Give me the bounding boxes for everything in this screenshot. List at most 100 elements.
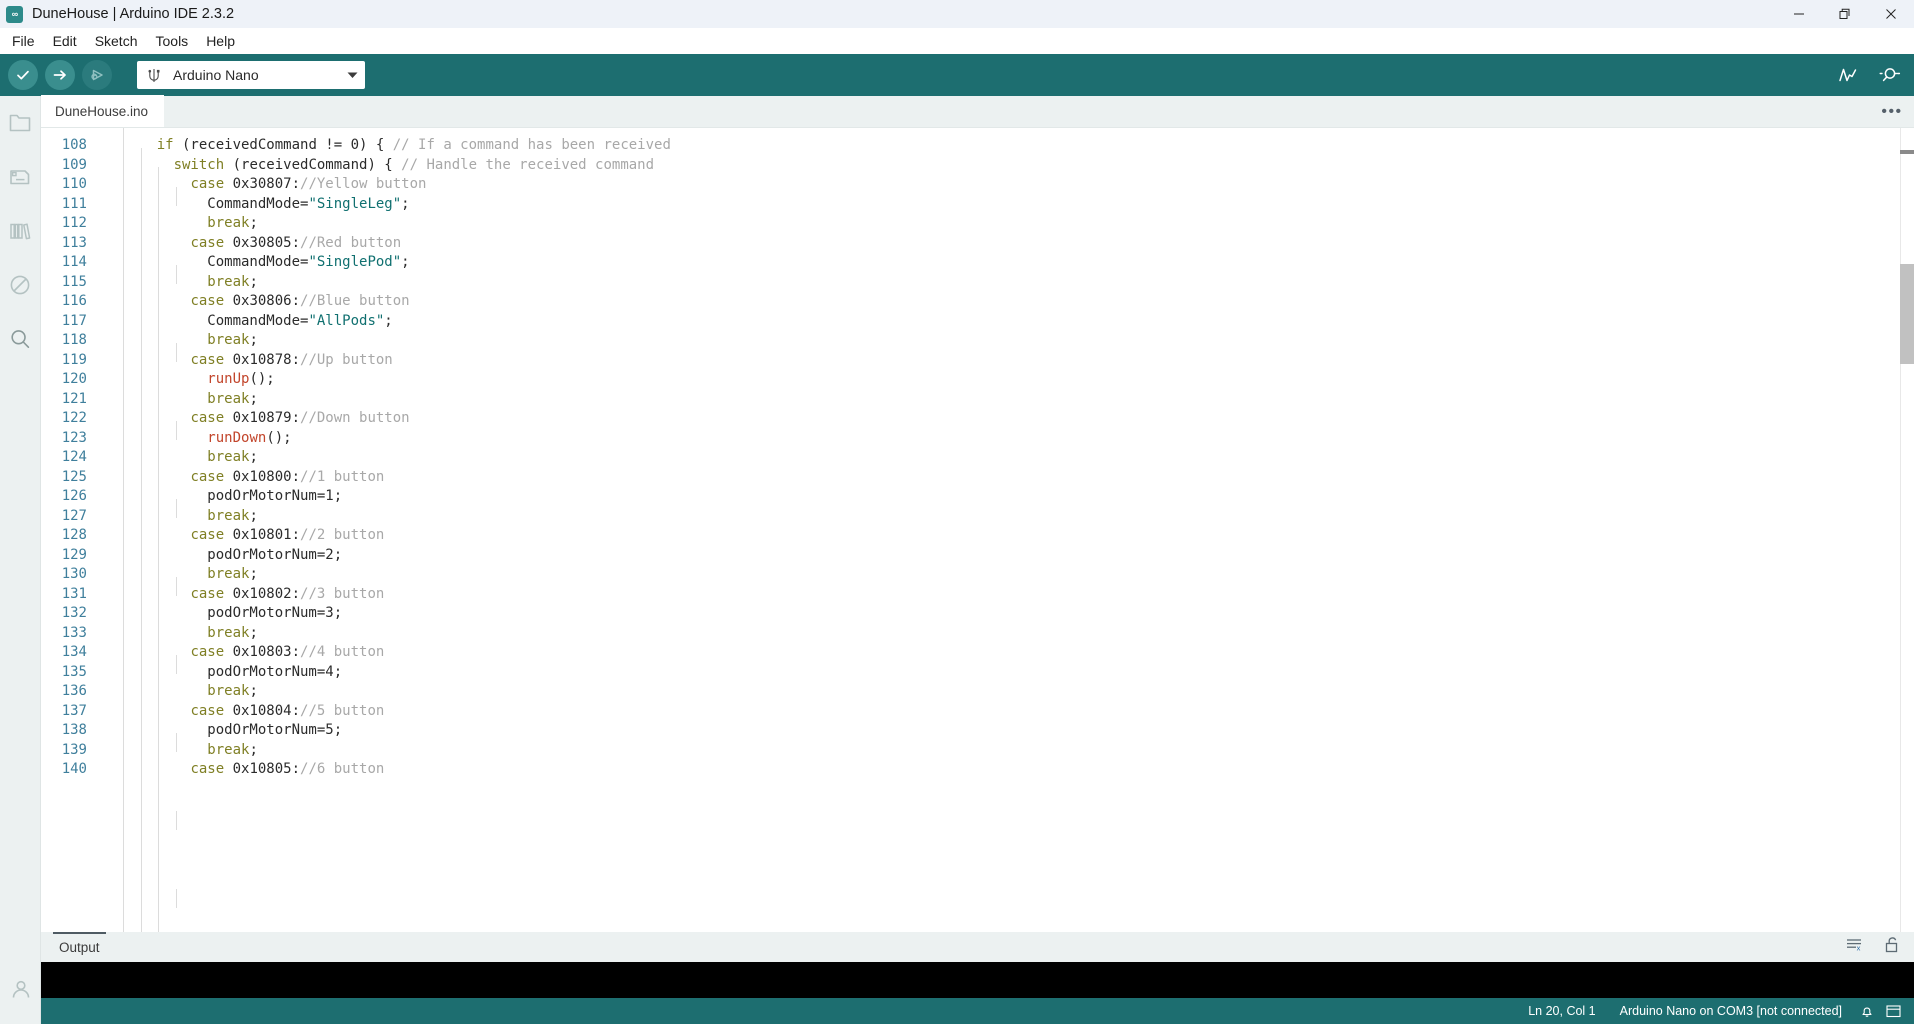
panel-tab-label: Output: [59, 939, 100, 955]
line-number: 123: [61, 429, 87, 446]
code-line[interactable]: podOrMotorNum=3;: [123, 604, 1914, 624]
maximize-button[interactable]: [1822, 0, 1868, 28]
panel-tab-output[interactable]: Output: [53, 932, 106, 962]
code-line[interactable]: break;: [123, 214, 1914, 234]
sidebar-item-library-manager[interactable]: [0, 204, 41, 258]
code-content[interactable]: if (receivedCommand != 0) { // If a comm…: [117, 128, 1914, 932]
code-line[interactable]: podOrMotorNum=1;: [123, 487, 1914, 507]
board-status[interactable]: Arduino Nano on COM3 [not connected]: [1608, 1004, 1854, 1018]
code-line[interactable]: case 0x10800://1 button: [123, 468, 1914, 488]
code-line[interactable]: break;: [123, 331, 1914, 351]
code-token: "AllPods": [308, 312, 385, 329]
code-line[interactable]: switch (receivedCommand) { // Handle the…: [123, 156, 1914, 176]
fold-gutter[interactable]: [99, 128, 117, 932]
code-line[interactable]: break;: [123, 390, 1914, 410]
notifications-button[interactable]: [1854, 1004, 1880, 1019]
menu-tools[interactable]: Tools: [147, 30, 198, 53]
code-line[interactable]: case 0x10879://Down button: [123, 409, 1914, 429]
code-line[interactable]: break;: [123, 273, 1914, 293]
code-line[interactable]: break;: [123, 741, 1914, 761]
code-line[interactable]: podOrMotorNum=2;: [123, 546, 1914, 566]
code-line[interactable]: runDown();: [123, 429, 1914, 449]
tab-overflow-menu-button[interactable]: •••: [1880, 96, 1904, 128]
arduino-ide-window: ∞ DuneHouse | Arduino IDE 2.3.2 File Edi…: [0, 0, 1914, 1024]
menu-help[interactable]: Help: [197, 30, 244, 53]
code-line[interactable]: break;: [123, 624, 1914, 644]
code-line[interactable]: case 0x10802://3 button: [123, 585, 1914, 605]
code-token: 0x10800:: [224, 468, 301, 485]
cursor-position[interactable]: Ln 20, Col 1: [1516, 1004, 1607, 1018]
code-line[interactable]: break;: [123, 507, 1914, 527]
code-line[interactable]: break;: [123, 682, 1914, 702]
code-token: break: [207, 273, 250, 290]
line-number: 111: [61, 195, 87, 212]
code-token: podOrMotorNum=: [123, 663, 326, 680]
code-line[interactable]: case 0x30805://Red button: [123, 234, 1914, 254]
verify-button[interactable]: [8, 60, 38, 90]
code-line[interactable]: CommandMode="SingleLeg";: [123, 195, 1914, 215]
menu-file[interactable]: File: [3, 30, 44, 53]
code-line[interactable]: runUp();: [123, 370, 1914, 390]
app-logo-icon: ∞: [6, 5, 23, 23]
sidebar-item-search[interactable]: [0, 312, 41, 366]
code-line[interactable]: if (receivedCommand != 0) { // If a comm…: [123, 136, 1914, 156]
code-token: //1 button: [300, 468, 385, 485]
code-line[interactable]: case 0x10804://5 button: [123, 702, 1914, 722]
code-line[interactable]: break;: [123, 565, 1914, 585]
code-token: break: [207, 215, 250, 231]
upload-button[interactable]: [45, 60, 75, 90]
code-token: //Down button: [300, 410, 410, 426]
code-token: case: [190, 527, 225, 543]
editor-vertical-scrollbar[interactable]: [1900, 128, 1914, 932]
menu-sketch[interactable]: Sketch: [86, 30, 147, 53]
code-token: podOrMotorNum=: [123, 722, 326, 738]
debug-button[interactable]: [82, 60, 112, 90]
code-line[interactable]: podOrMotorNum=5;: [123, 721, 1914, 741]
minimize-button[interactable]: [1776, 0, 1822, 28]
minimize-icon: [1794, 13, 1804, 15]
code-token: break: [207, 741, 250, 758]
editor-tab-dunehouse[interactable]: DuneHouse.ino: [41, 95, 165, 127]
code-line[interactable]: case 0x10801://2 button: [123, 526, 1914, 546]
account-button[interactable]: [0, 962, 41, 1016]
code-token: ;: [249, 332, 258, 348]
code-token: 0x30805:: [224, 234, 301, 251]
sidebar-item-sketchbook[interactable]: [0, 96, 41, 150]
code-line[interactable]: case 0x10803://4 button: [123, 643, 1914, 663]
code-line[interactable]: case 0x10878://Up button: [123, 351, 1914, 371]
serial-monitor-button[interactable]: [1876, 61, 1904, 89]
line-number: 134: [61, 644, 87, 660]
menu-edit[interactable]: Edit: [44, 30, 86, 53]
line-number: 125: [61, 468, 87, 485]
close-button[interactable]: [1868, 0, 1914, 28]
code-token: //4 button: [300, 644, 385, 660]
code-token: case: [190, 176, 225, 192]
toggle-auto-scroll-button[interactable]: [1884, 936, 1900, 959]
code-line[interactable]: case 0x30807://Yellow button: [123, 175, 1914, 195]
panel-layout-icon: [1885, 1005, 1901, 1018]
clear-output-button[interactable]: x: [1846, 937, 1864, 958]
code-line[interactable]: case 0x10805://6 button: [123, 760, 1914, 780]
code-token: ();: [266, 429, 292, 446]
code-line[interactable]: case 0x30806://Blue button: [123, 292, 1914, 312]
sidebar-item-boards-manager[interactable]: [0, 150, 41, 204]
code-line[interactable]: podOrMotorNum=4;: [123, 663, 1914, 683]
code-line[interactable]: CommandMode="AllPods";: [123, 312, 1914, 332]
code-token: 0: [350, 137, 360, 153]
sidebar-item-debug[interactable]: [0, 258, 41, 312]
toggle-panel-button[interactable]: [1880, 1004, 1906, 1018]
board-selector[interactable]: Arduino Nano: [137, 61, 365, 89]
code-editor[interactable]: 108 109 110 111 112 113 114 115 116 117 118 119 120 1…: [41, 128, 1914, 932]
line-number: 127: [61, 507, 87, 524]
line-number-gutter: 108 109 110 111 112 113 114 115 116 117 118 119 120 1…: [41, 128, 99, 932]
serial-plotter-button[interactable]: [1834, 61, 1862, 89]
output-console[interactable]: [41, 962, 1914, 998]
code-line[interactable]: break;: [123, 448, 1914, 468]
code-line[interactable]: CommandMode="SinglePod";: [123, 253, 1914, 273]
